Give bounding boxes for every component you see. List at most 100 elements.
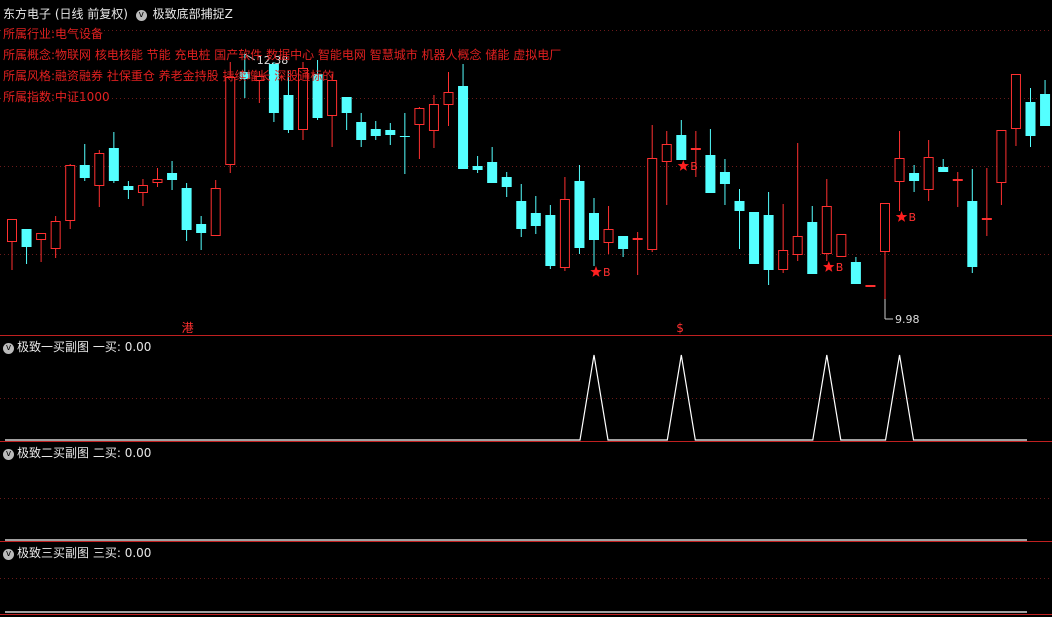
sub-chart-2-header: v 极致二买副图 二买: 0.00 <box>3 444 151 461</box>
sub-chart-3-value: 0.00 <box>124 546 152 560</box>
candle-body <box>167 173 178 180</box>
candle-body <box>501 177 512 187</box>
candle <box>7 219 17 270</box>
candle-body <box>283 95 294 130</box>
candle <box>167 161 178 190</box>
candle <box>719 159 730 205</box>
sub-chart-2-label: 二买: <box>92 446 121 460</box>
candle <box>749 212 760 264</box>
candle-body <box>923 157 934 190</box>
chart-marker: $ <box>676 321 684 335</box>
candle <box>778 204 789 273</box>
candle-body <box>545 215 556 266</box>
candle-body <box>7 219 17 242</box>
candle <box>370 121 381 140</box>
candle-body <box>152 179 163 183</box>
candle <box>1040 80 1051 126</box>
candle-body <box>981 218 992 220</box>
chart-canvas[interactable]: 12.389.98港 $BBBB <box>0 0 1052 617</box>
candle-body <box>472 166 483 170</box>
candle <box>792 143 803 261</box>
candle-body <box>428 104 439 131</box>
star-icon <box>823 261 835 272</box>
indicator-title[interactable]: 极致底部捕捉Z <box>153 7 233 21</box>
candle-body <box>487 162 498 183</box>
sub-chart-1-value: 0.00 <box>124 340 152 354</box>
candle <box>603 206 614 254</box>
sub-chart-line <box>5 354 1027 441</box>
candle <box>21 229 32 264</box>
candle <box>821 179 832 261</box>
candle-body <box>399 136 410 137</box>
candle-body <box>559 199 570 268</box>
candle-body <box>385 130 396 135</box>
candle-body <box>836 234 847 257</box>
candle-body <box>414 108 425 125</box>
candle <box>458 64 469 169</box>
candle-body <box>36 233 47 240</box>
candle <box>938 159 949 172</box>
chevron-down-icon[interactable]: v <box>3 343 14 354</box>
chart-marker: 港 <box>182 321 194 335</box>
candle <box>647 125 658 252</box>
buy-signal-label: B <box>603 266 611 279</box>
candle-body <box>792 236 803 255</box>
candle-body <box>1010 74 1021 129</box>
candle <box>181 183 192 241</box>
chevron-down-icon[interactable]: v <box>135 10 147 21</box>
candle-body <box>327 80 338 116</box>
candle-body <box>661 144 672 162</box>
candle <box>137 179 148 206</box>
low-price-label: 9.98 <box>895 313 920 326</box>
candle-body <box>370 129 381 136</box>
stock-chart-window: 12.38 9.98 港 $ B B B B 东方电子 (日线 前复权) v 极致底部捕捉Z … <box>0 0 1052 617</box>
stock-title[interactable]: 东方电子 (日线 前复权) <box>3 7 128 21</box>
candle-body <box>574 181 585 248</box>
candle <box>1010 74 1021 146</box>
candle-body <box>763 215 774 270</box>
candle-body <box>210 188 221 236</box>
candle-body <box>123 186 134 190</box>
chevron-down-icon[interactable]: v <box>3 549 14 560</box>
candle <box>79 144 90 181</box>
candle <box>574 165 585 254</box>
candle-body <box>647 158 658 250</box>
candle <box>487 147 498 183</box>
candle-body <box>705 155 716 193</box>
candle-body <box>1025 102 1036 136</box>
candle <box>734 189 745 249</box>
candle <box>530 196 541 234</box>
sub-chart-3-label: 三买: <box>92 546 121 560</box>
candle <box>865 285 876 287</box>
buy-signal-label: B <box>909 211 917 224</box>
candle <box>123 181 134 199</box>
candle-body <box>850 262 861 284</box>
candle-body <box>996 130 1007 183</box>
candle-body <box>458 86 469 169</box>
candle <box>618 236 629 257</box>
candle <box>327 74 338 147</box>
candle-body <box>603 229 614 243</box>
chevron-down-icon[interactable]: v <box>3 449 14 460</box>
sub-chart-2-title[interactable]: 极致二买副图 <box>17 446 89 460</box>
candle <box>850 257 861 284</box>
candle <box>632 232 643 275</box>
candle <box>763 192 774 285</box>
candle-body <box>21 229 32 247</box>
candle-body <box>967 201 978 267</box>
candle-body <box>181 188 192 230</box>
candle-body <box>880 203 890 252</box>
star-icon <box>677 160 689 171</box>
candle <box>94 150 105 207</box>
candle-body <box>516 201 527 229</box>
candle-body <box>894 158 905 182</box>
candle <box>894 131 905 211</box>
sub-chart-1-title[interactable]: 极致一买副图 <box>17 340 89 354</box>
candle <box>341 97 352 130</box>
candle-body <box>65 165 76 221</box>
star-icon <box>895 211 908 222</box>
candle <box>414 107 425 159</box>
candle <box>65 164 76 229</box>
sub-chart-3-title[interactable]: 极致三买副图 <box>17 546 89 560</box>
candle-body <box>196 224 207 233</box>
